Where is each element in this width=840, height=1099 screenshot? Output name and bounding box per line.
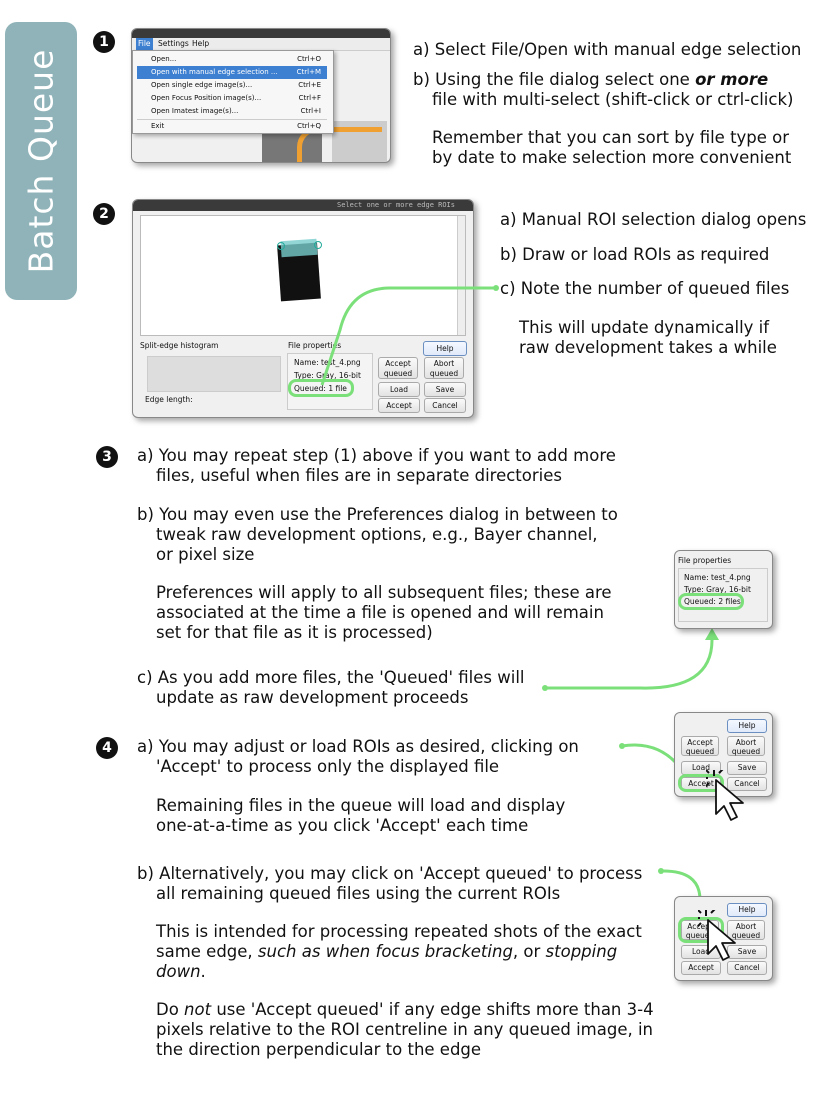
step4-intended-line1: This is intended for processing repeated…	[156, 922, 642, 941]
accept-queued-button[interactable]: Accept queued	[681, 736, 719, 756]
step4-intended-line2: same edge, such as when focus bracketing…	[156, 942, 618, 961]
name-row: Name: test_4.png	[684, 573, 751, 582]
step4-warning-line1: Do not use 'Accept queued' if any edge s…	[156, 1000, 654, 1019]
step3-pref-line1: Preferences will apply to all subsequent…	[156, 583, 612, 602]
file-properties-label: File properties	[678, 556, 732, 565]
step3-b-line2: tweak raw development options, e.g., Bay…	[156, 525, 598, 544]
step4-remaining-line1: Remaining files in the queue will load a…	[156, 796, 566, 815]
help-button[interactable]: Help	[727, 719, 767, 733]
step3-a-line1: a) You may repeat step (1) above if you …	[137, 446, 616, 465]
queued-highlight	[678, 593, 744, 610]
step3-b-line3: or pixel size	[156, 545, 255, 564]
step4-a-line2: 'Accept' to process only the displayed f…	[156, 757, 500, 776]
step4-b-line2: all remaining queued files using the cur…	[156, 884, 561, 903]
step-number-3: 3	[96, 446, 118, 468]
mouse-cursor-icon	[698, 910, 736, 961]
mouse-cursor-icon	[706, 770, 744, 821]
step4-warning-line2: pixels relative to the ROI centreline in…	[156, 1020, 654, 1039]
step3-c-line2: update as raw development proceeds	[156, 688, 469, 707]
step3-b-line1: b) You may even use the Preferences dial…	[137, 505, 618, 524]
step3-pref-line2: associated at the time a file is opened …	[156, 603, 604, 622]
file-properties-crop: File properties Name: test_4.png Type: G…	[674, 550, 773, 629]
step3-c-line1: c) As you add more files, the 'Queued' f…	[137, 668, 525, 687]
step4-b-line1: b) Alternatively, you may click on 'Acce…	[137, 864, 643, 883]
step4-a-line1: a) You may adjust or load ROIs as desire…	[137, 737, 579, 756]
step3-a-line2: files, useful when files are in separate…	[156, 466, 562, 485]
abort-queued-button[interactable]: Abort queued	[727, 736, 765, 756]
step-number-4: 4	[96, 737, 118, 759]
step4-remaining-line2: one-at-a-time as you click 'Accept' each…	[156, 816, 529, 835]
step4-warning-line3: the direction perpendicular to the edge	[156, 1040, 482, 1059]
step4-intended-line3: down.	[156, 962, 206, 981]
step3-pref-line3: set for that file as it is processed)	[156, 623, 433, 642]
